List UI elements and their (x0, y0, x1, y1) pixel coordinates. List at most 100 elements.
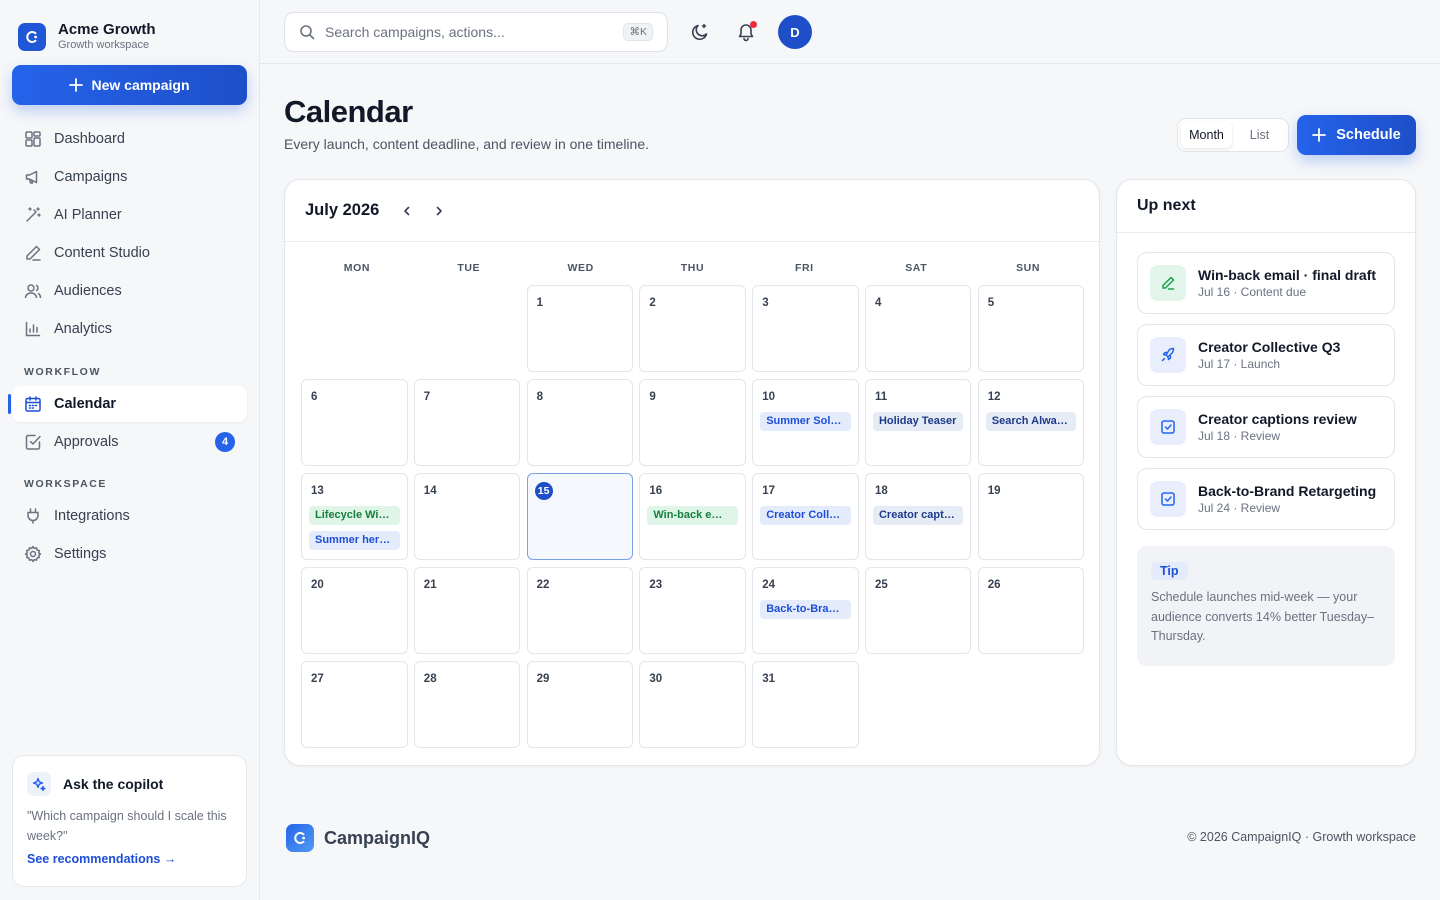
empty-cell (414, 285, 521, 372)
weekday-label: WED (567, 262, 594, 274)
schedule-button[interactable]: Schedule (1297, 115, 1416, 155)
search-shortcut-hint: ⌘K (623, 23, 653, 41)
calendar-event-pill[interactable]: Creator captions review (872, 506, 964, 525)
calendar-event-pill[interactable]: Search Always-on (985, 412, 1077, 431)
day-cell[interactable]: 8 (526, 379, 634, 466)
day-cell[interactable]: 5 (977, 285, 1085, 372)
day-cell[interactable]: 26 (977, 567, 1085, 654)
up-next-title: Up next (1117, 180, 1415, 233)
nav-label: Approvals (54, 434, 119, 450)
nav-item-ai-planner[interactable]: AI Planner (12, 197, 247, 233)
day-number: 6 (311, 391, 318, 403)
nav-item-dashboard[interactable]: Dashboard (12, 121, 247, 157)
day-cell[interactable]: 22 (526, 567, 634, 654)
day-cell[interactable]: 24 Back-to-Brand Retargeting (752, 567, 859, 654)
nav-item-analytics[interactable]: Analytics (12, 311, 247, 347)
notifications-button[interactable] (730, 16, 762, 48)
weekday-label: THU (680, 262, 705, 274)
nav-label: Content Studio (54, 245, 150, 261)
day-cell[interactable]: 2 (639, 285, 746, 372)
search-bar[interactable]: ⌘K (284, 12, 668, 52)
new-campaign-button[interactable]: New campaign (12, 65, 247, 105)
day-cell[interactable]: 27 (301, 661, 408, 748)
day-cell[interactable]: 25 (864, 567, 972, 654)
day-number: 28 (423, 673, 437, 685)
workflow-nav: WORKFLOW Calendar Approvals 4 (8, 358, 247, 462)
nav-item-approvals[interactable]: Approvals 4 (12, 424, 247, 460)
day-cell[interactable]: 21 (413, 567, 521, 654)
topbar: ⌘K D (260, 0, 1440, 64)
calendar-event-pill[interactable]: Summer Solstice Drop (760, 412, 851, 431)
calendar-month-label: July 2026 (305, 201, 380, 219)
calendar-event-pill[interactable]: Creator Collective Q3 (760, 506, 851, 525)
day-cell[interactable]: 12 Search Always-on (977, 379, 1085, 466)
day-cell[interactable]: 16 Win-back email (639, 473, 746, 560)
day-cell[interactable]: 20 (301, 567, 408, 654)
nav-label: Audiences (54, 283, 122, 299)
schedule-label: Schedule (1336, 127, 1401, 143)
day-cell[interactable]: 13 Lifecycle Win-back Summer hero video (301, 473, 408, 560)
nav-label: Integrations (54, 508, 130, 524)
day-number: 26 (987, 579, 1001, 591)
day-cell[interactable]: 23 (639, 567, 746, 654)
day-cell[interactable]: 10 Summer Solstice Drop (752, 379, 859, 466)
up-next-item[interactable]: Creator Collective Q3 Jul 17 · Launch (1137, 324, 1395, 386)
user-avatar[interactable]: D (778, 15, 812, 49)
calendar-grid: 12345678910Summer Solstice Drop11Holiday… (301, 285, 1085, 748)
day-number: 11 (874, 391, 888, 403)
up-next-item-meta: Jul 18 · Review (1198, 429, 1281, 443)
up-next-item[interactable]: Creator captions review Jul 18 · Review (1137, 396, 1395, 458)
day-cell[interactable]: 31 (752, 661, 859, 748)
nav-label: Dashboard (54, 131, 125, 147)
day-cell[interactable]: 4 (864, 285, 972, 372)
day-cell[interactable]: 1 (526, 285, 634, 372)
theme-toggle-button[interactable] (684, 16, 716, 48)
nav-label: AI Planner (54, 207, 122, 223)
sidebar: Acme Growth Growth workspace New campaig… (0, 0, 260, 900)
day-cell[interactable]: 19 (977, 473, 1085, 560)
day-cell[interactable]: 17 Creator Collective Q3 (752, 473, 859, 560)
view-option-list[interactable]: List (1234, 122, 1285, 148)
nav-item-integrations[interactable]: Integrations (12, 498, 247, 534)
calendar-event-pill[interactable]: Holiday Teaser (872, 412, 964, 431)
calendar-event-pill[interactable]: Summer hero video (309, 531, 400, 550)
nav-item-content-studio[interactable]: Content Studio (12, 235, 247, 271)
main-nav: Dashboard Campaigns AI Planner Content S… (12, 121, 247, 349)
magic-wand-icon (26, 207, 41, 222)
nav-item-campaigns[interactable]: Campaigns (12, 159, 247, 195)
previous-month-button[interactable] (399, 203, 415, 219)
day-number: 14 (423, 485, 437, 497)
nav-label: Campaigns (54, 169, 128, 185)
day-cell-today[interactable]: 15 (526, 473, 634, 560)
day-cell[interactable]: 7 (413, 379, 521, 466)
workspace-switcher[interactable]: Acme Growth Growth workspace (18, 22, 156, 52)
up-next-item[interactable]: Win-back email · final draft Jul 16 · Co… (1137, 252, 1395, 314)
up-next-item[interactable]: Back-to-Brand Retargeting Jul 24 · Revie… (1137, 468, 1395, 530)
footer-brand: CampaignIQ (286, 824, 430, 852)
search-input[interactable] (325, 24, 614, 40)
day-number: 31 (762, 673, 775, 685)
day-cell[interactable]: 18 Creator captions review (864, 473, 972, 560)
day-cell[interactable]: 6 (301, 379, 408, 466)
day-cell[interactable]: 14 (413, 473, 521, 560)
view-option-month[interactable]: Month (1181, 122, 1232, 148)
day-number: 30 (649, 673, 663, 685)
nav-item-audiences[interactable]: Audiences (12, 273, 247, 309)
calendar-event-pill[interactable]: Win-back email (647, 506, 738, 525)
see-recommendations-link[interactable]: See recommendations → (27, 852, 232, 866)
day-cell[interactable]: 11 Holiday Teaser (864, 379, 972, 466)
day-number: 17 (762, 485, 775, 497)
day-cell[interactable]: 28 (413, 661, 521, 748)
dashboard-icon (25, 131, 41, 147)
nav-item-calendar[interactable]: Calendar (8, 386, 247, 422)
calendar-event-pill[interactable]: Back-to-Brand Retargeting (760, 600, 851, 619)
day-cell[interactable]: 29 (526, 661, 634, 748)
next-month-button[interactable] (431, 203, 447, 219)
day-cell[interactable]: 3 (752, 285, 859, 372)
nav-item-settings[interactable]: Settings (12, 536, 247, 572)
day-cell[interactable]: 30 (639, 661, 746, 748)
calendar-event-pill[interactable]: Lifecycle Win-back (309, 506, 400, 525)
day-cell[interactable]: 9 (639, 379, 746, 466)
up-next-list: Win-back email · final draft Jul 16 · Co… (1137, 252, 1395, 540)
users-icon (24, 284, 42, 299)
